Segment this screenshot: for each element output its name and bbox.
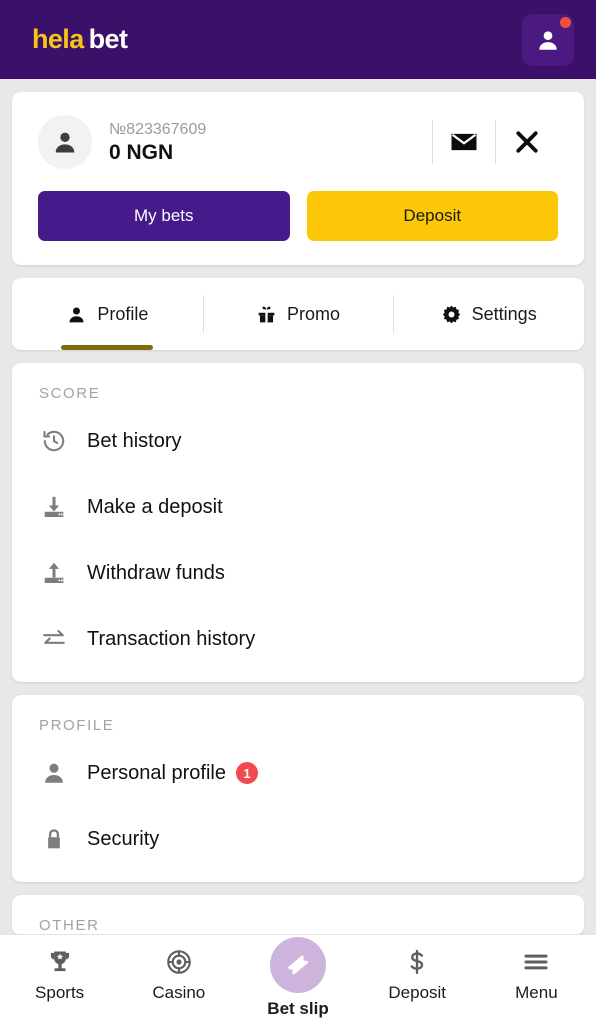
profile-tabs: Profile Promo Settings	[12, 278, 584, 350]
account-id: №823367609	[109, 120, 207, 138]
menu-item-personal-profile[interactable]: Personal profile 1	[12, 740, 584, 806]
tab-promo-label: Promo	[287, 303, 341, 324]
account-card: №823367609 0 NGN My bets Deposit	[12, 92, 584, 265]
nav-item-casino[interactable]: Casino	[119, 947, 238, 1003]
account-summary-row: №823367609 0 NGN	[38, 114, 558, 170]
nav-item-label: Menu	[515, 983, 558, 1002]
tab-promo[interactable]: Promo	[202, 278, 394, 350]
menu-item-make-a-deposit[interactable]: Make a deposit	[12, 474, 584, 540]
history-icon	[39, 428, 69, 454]
nav-item-sports[interactable]: Sports	[0, 947, 119, 1003]
section-score: SCORE Bet history Make a deposit Withdra…	[12, 363, 584, 682]
menu-item-security[interactable]: Security	[12, 806, 584, 872]
hamburger-icon	[522, 947, 550, 977]
section-other: OTHER	[12, 895, 584, 934]
nav-item-deposit[interactable]: Deposit	[358, 947, 477, 1003]
messages-button[interactable]	[433, 127, 495, 157]
section-profile-title: PROFILE	[39, 717, 115, 734]
section-profile: PROFILE Personal profile 1 Security	[12, 695, 584, 882]
menu-item-label: Personal profile	[87, 761, 226, 784]
menu-item-label: Security	[87, 827, 160, 850]
notification-dot	[560, 16, 571, 28]
menu-item-label: Make a deposit	[87, 495, 223, 518]
menu-item-transaction-history[interactable]: Transaction history	[12, 606, 584, 672]
nav-item-label: Sports	[35, 983, 85, 1002]
chip-icon	[165, 947, 193, 977]
bottom-navigation: Sports Casino Bet slip Deposit Menu	[0, 934, 596, 1024]
download-icon	[39, 494, 69, 520]
menu-item-withdraw-funds[interactable]: Withdraw funds	[12, 540, 584, 606]
logo-primary-text: hela	[32, 24, 84, 54]
trophy-icon	[46, 947, 74, 977]
profile-tabs-card: Profile Promo Settings	[12, 278, 584, 350]
tab-settings-label: Settings	[471, 303, 537, 324]
person-icon	[55, 132, 75, 153]
logo-secondary-text: bet	[88, 24, 128, 54]
ticket-icon	[287, 955, 309, 975]
section-score-title: SCORE	[39, 385, 101, 402]
upload-icon	[39, 560, 69, 586]
section-other-title: OTHER	[39, 917, 100, 934]
person-icon	[69, 307, 84, 322]
brand-logo: hela bet	[32, 24, 128, 55]
nav-item-label: Deposit	[388, 983, 447, 1002]
bet-slip-bubble	[270, 937, 326, 993]
account-actions	[432, 120, 558, 164]
person-icon	[39, 760, 69, 786]
account-action-buttons: My bets Deposit	[38, 191, 558, 241]
header-account-button[interactable]	[522, 13, 574, 66]
close-icon	[516, 131, 538, 153]
my-bets-button[interactable]: My bets	[38, 191, 290, 241]
tab-profile-label: Profile	[97, 303, 149, 324]
nav-item-label: Casino	[152, 983, 206, 1002]
account-info: №823367609 0 NGN	[109, 119, 432, 166]
tab-profile[interactable]: Profile	[12, 278, 203, 350]
menu-item-label: Withdraw funds	[87, 561, 225, 584]
envelope-icon	[451, 133, 477, 151]
gear-icon	[442, 305, 460, 323]
person-icon	[539, 30, 557, 50]
lock-icon	[39, 826, 69, 852]
nav-item-menu[interactable]: Menu	[477, 947, 596, 1003]
active-tab-indicator	[61, 345, 154, 350]
transfer-icon	[39, 626, 69, 652]
close-button[interactable]	[496, 127, 558, 157]
dollar-icon	[403, 947, 431, 977]
status-badge: 1	[235, 762, 258, 784]
app-header: hela bet	[0, 0, 596, 79]
account-avatar	[38, 115, 92, 169]
tab-settings[interactable]: Settings	[393, 278, 584, 350]
page-scroll-area: №823367609 0 NGN My bets Deposit Profile…	[0, 79, 596, 934]
account-balance: 0 NGN	[109, 140, 174, 164]
gift-icon	[258, 306, 275, 322]
nav-item-bet-slip[interactable]: Bet slip	[238, 937, 357, 1019]
menu-item-label: Transaction history	[87, 627, 256, 650]
nav-item-label: Bet slip	[267, 999, 329, 1018]
menu-item-bet-history[interactable]: Bet history	[12, 408, 584, 474]
deposit-button[interactable]: Deposit	[306, 191, 558, 241]
menu-item-label: Bet history	[87, 429, 182, 452]
